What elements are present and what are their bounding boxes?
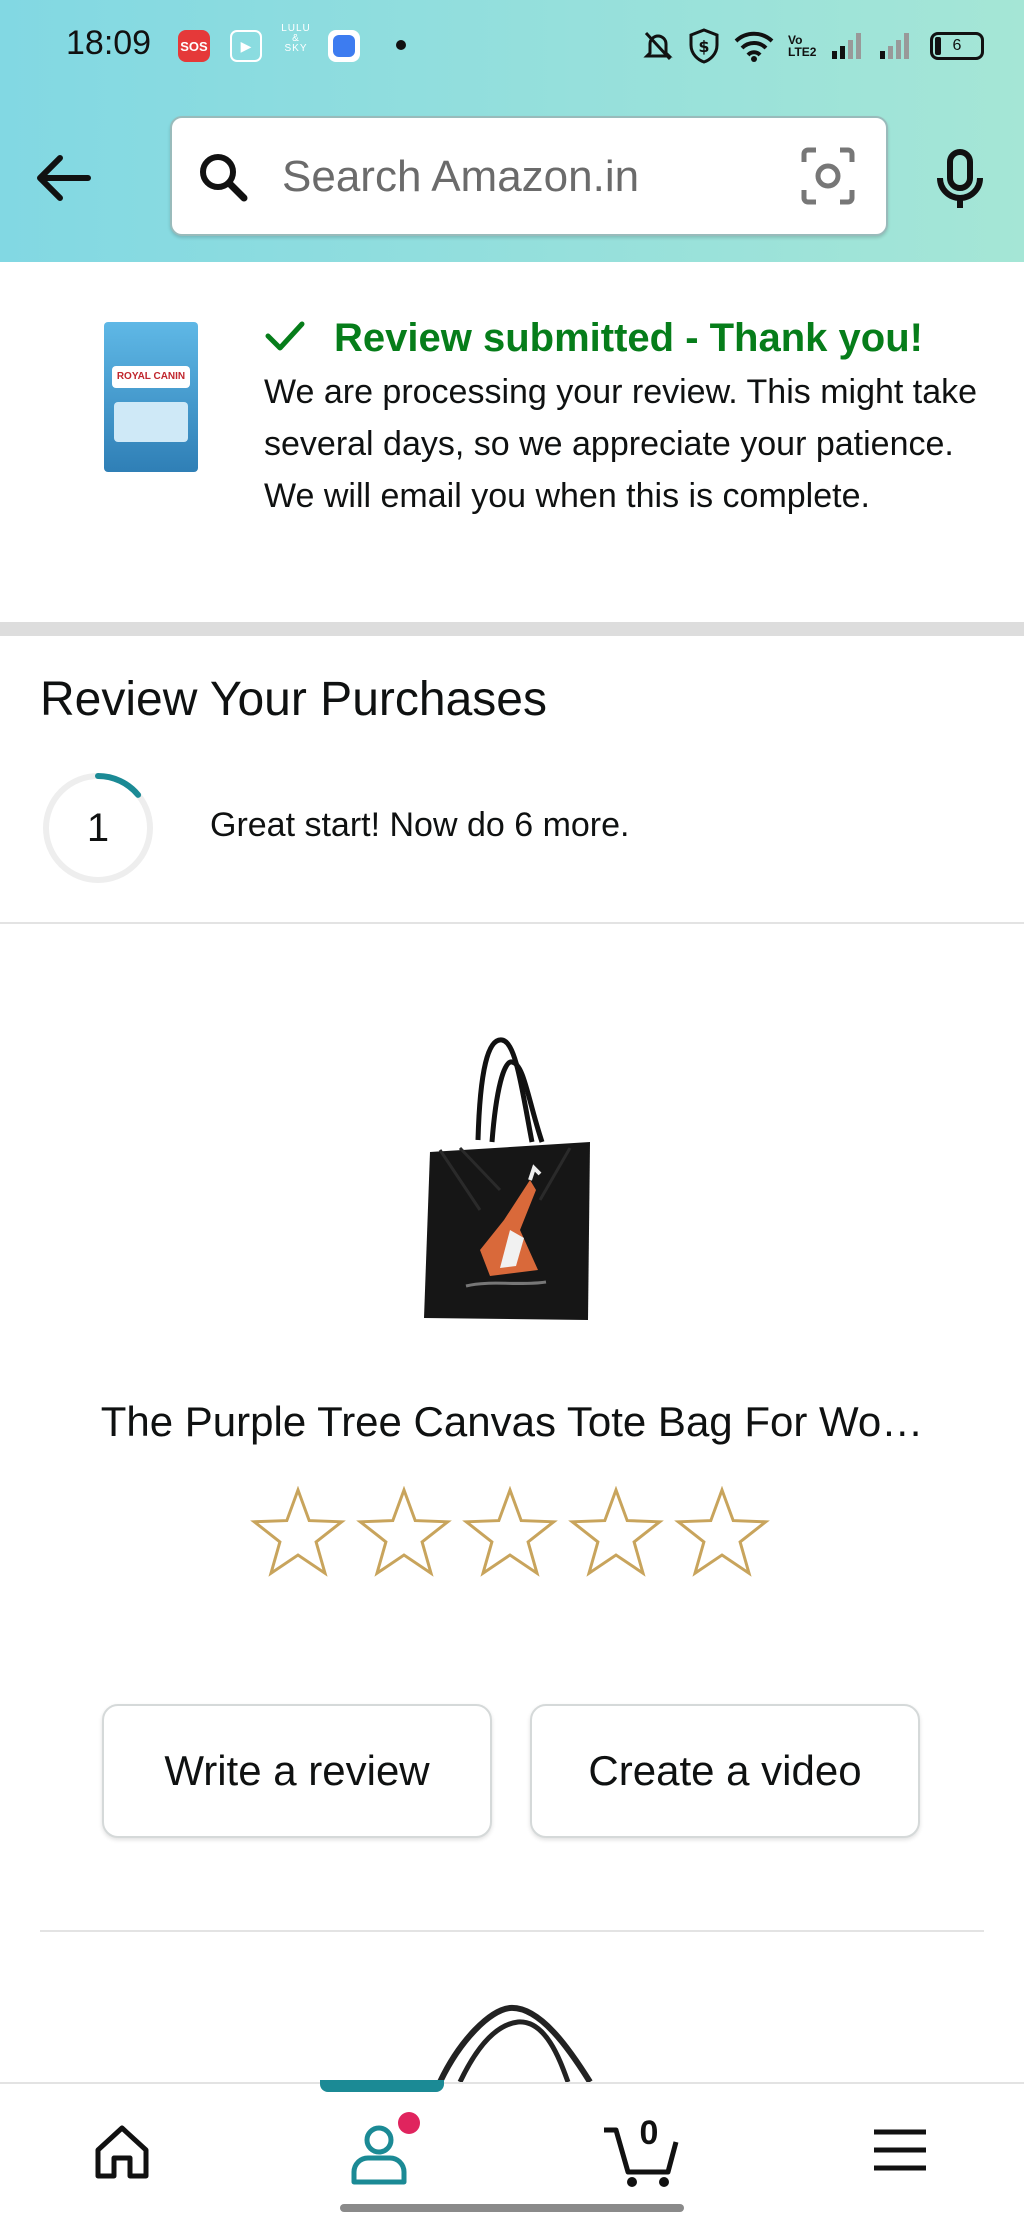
svg-text:$: $ <box>698 37 709 56</box>
write-review-button[interactable]: Write a review <box>102 1704 492 1838</box>
product-brand-label: ROYAL CANIN <box>112 366 190 388</box>
product-title[interactable]: The Purple Tree Canvas Tote Bag For Wo… <box>0 1398 1024 1446</box>
battery-icon: 6 <box>930 32 984 60</box>
volte-label: Vo LTE2 <box>788 33 817 59</box>
camera-scan-icon[interactable] <box>800 146 856 206</box>
menu-icon[interactable] <box>870 2120 930 2180</box>
progress-count: 1 <box>86 805 110 850</box>
microphone-icon[interactable] <box>930 148 990 212</box>
more-notifications-dot <box>396 40 406 50</box>
bell-muted-icon <box>643 31 673 61</box>
star-3-icon[interactable] <box>460 1486 560 1582</box>
star-rating[interactable] <box>248 1486 772 1582</box>
search-icon <box>200 154 248 202</box>
sos-icon: SOS <box>178 30 210 62</box>
lulu-sky-icon: LULU & SKY <box>276 24 316 56</box>
shield-icon: $ <box>689 28 719 64</box>
signal-2-icon <box>880 33 909 59</box>
progress-message: Great start! Now do 6 more. <box>210 806 630 844</box>
status-time: 18:09 <box>66 24 152 62</box>
star-5-icon[interactable] <box>672 1486 772 1582</box>
section-heading: Review Your Purchases <box>40 673 547 726</box>
review-submitted-notice: ROYAL CANIN Review submitted - Thank you… <box>0 262 1024 622</box>
notification-badge <box>398 2112 420 2134</box>
app-header: 18:09 SOS ▶ LULU & SKY $ Vo LTE2 6 <box>0 0 1024 262</box>
product-thumbnail: ROYAL CANIN <box>104 322 198 472</box>
lulu-label-3: SKY <box>284 43 308 54</box>
divider <box>0 922 1024 924</box>
battery-level: 6 <box>952 37 962 54</box>
cart-count: 0 <box>639 2114 659 2152</box>
home-icon[interactable] <box>90 2120 154 2184</box>
blue-app-icon <box>328 30 360 62</box>
status-bar: 18:09 SOS ▶ LULU & SKY $ Vo LTE2 6 <box>0 0 1024 92</box>
section-divider <box>0 622 1024 636</box>
signal-1-icon <box>832 33 861 59</box>
notice-title: Review submitted - Thank you! <box>334 316 923 360</box>
gesture-home-indicator[interactable] <box>340 2204 684 2212</box>
next-product-image[interactable] <box>400 2000 640 2082</box>
notice-body: We are processing your review. This migh… <box>264 373 978 515</box>
star-4-icon[interactable] <box>566 1486 666 1582</box>
star-2-icon[interactable] <box>354 1486 454 1582</box>
wifi-icon <box>734 31 774 62</box>
status-right-icons: $ Vo LTE2 6 <box>642 28 984 64</box>
active-tab-indicator <box>320 2080 444 2092</box>
video-app-icon: ▶ <box>230 30 262 62</box>
create-video-button[interactable]: Create a video <box>530 1704 920 1838</box>
cart-tab[interactable]: 0 <box>602 2114 682 2190</box>
back-arrow-icon[interactable] <box>32 150 92 206</box>
review-progress-ring: 1 <box>40 770 156 886</box>
star-1-icon[interactable] <box>248 1486 348 1582</box>
checkmark-icon <box>265 321 305 351</box>
search-bar[interactable] <box>170 116 888 236</box>
divider <box>40 1930 984 1932</box>
product-pack-detail <box>114 402 188 442</box>
account-tab[interactable] <box>346 2112 426 2190</box>
tote-bag-image[interactable] <box>420 1030 600 1330</box>
search-input[interactable] <box>280 144 744 210</box>
